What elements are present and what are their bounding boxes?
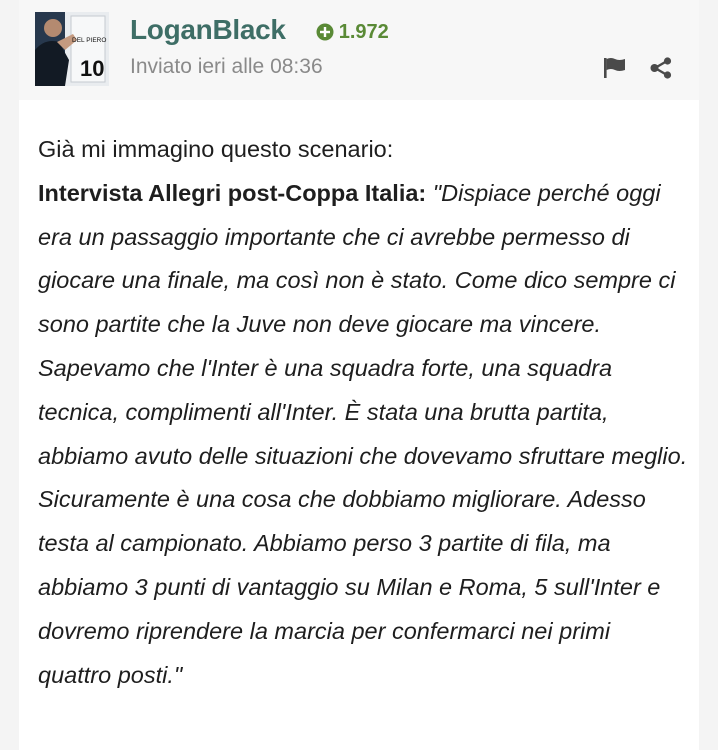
reputation-badge[interactable]: 1.972	[316, 21, 389, 44]
reputation-count: 1.972	[338, 20, 389, 43]
post-header: 10 DEL PIERO LoganBlack 1.972 Inviato ie…	[19, 0, 699, 100]
avatar[interactable]: 10 DEL PIERO	[35, 12, 109, 86]
post-timestamp: Inviato ieri alle 08:36	[130, 55, 323, 78]
post-card: 10 DEL PIERO LoganBlack 1.972 Inviato ie…	[19, 0, 699, 750]
author-line: LoganBlack 1.972	[130, 14, 389, 46]
share-icon[interactable]	[649, 57, 673, 79]
author-name[interactable]: LoganBlack	[130, 14, 286, 46]
post-body: Già mi immagino questo scenario: Intervi…	[38, 128, 688, 697]
svg-text:DEL PIERO: DEL PIERO	[72, 37, 106, 44]
post-intro: Già mi immagino questo scenario:	[38, 136, 394, 162]
post-actions	[581, 57, 673, 79]
quote-speaker: Intervista Allegri post-Coppa Italia:	[38, 179, 433, 206]
svg-text:10: 10	[80, 56, 104, 81]
plus-circle-icon	[316, 23, 334, 41]
avatar-image: 10 DEL PIERO	[35, 12, 109, 86]
flag-icon[interactable]	[603, 57, 627, 79]
quote-text: "Dispiace perché oggi era un passaggio i…	[38, 179, 688, 688]
